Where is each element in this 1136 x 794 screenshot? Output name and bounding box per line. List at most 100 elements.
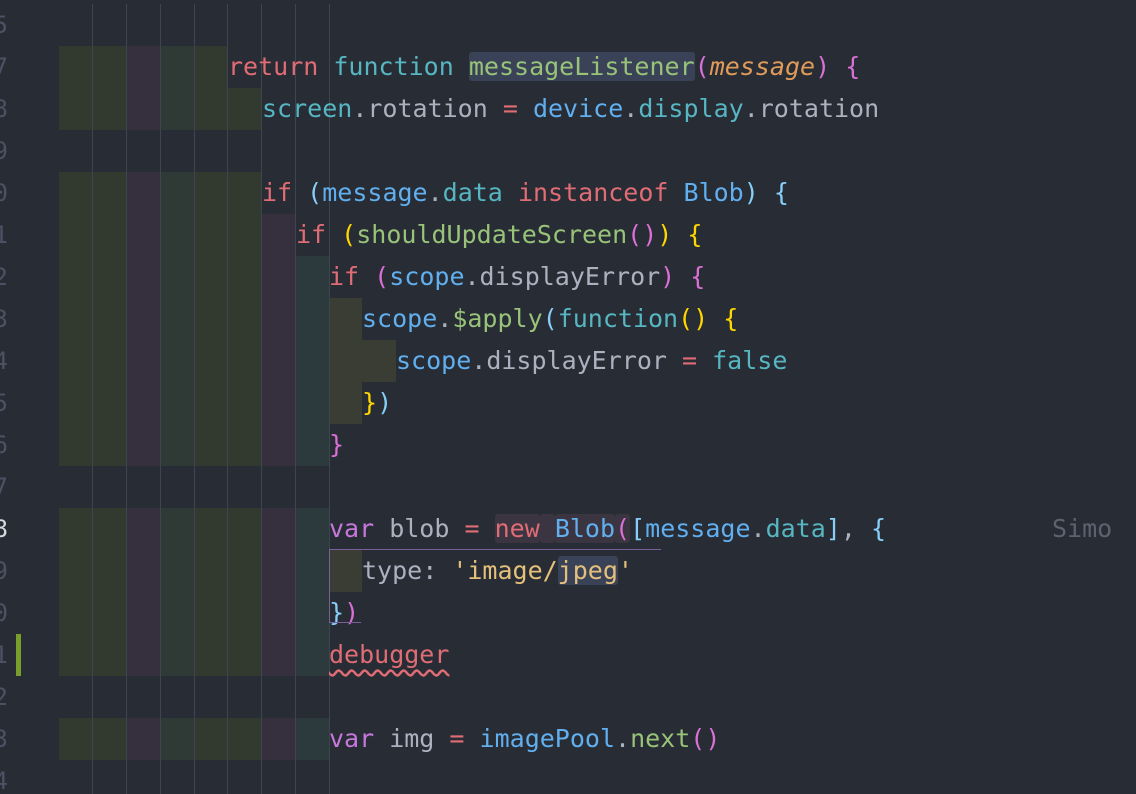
code-text[interactable]: scope.$apply(function() {: [362, 298, 738, 340]
code-line[interactable]: 0}): [0, 592, 1136, 634]
code-token: message: [709, 52, 816, 81]
indent-block: [127, 214, 161, 256]
indent-block: [93, 592, 127, 634]
indent-block: [296, 382, 329, 424]
code-line[interactable]: 9: [0, 130, 1136, 172]
indent-guide: [194, 130, 195, 172]
indent-block: [93, 424, 127, 466]
code-token: (: [307, 178, 323, 207]
code-text[interactable]: scope.displayError = false: [396, 340, 787, 382]
code-line[interactable]: 4 scope.displayError = false: [0, 340, 1136, 382]
code-line[interactable]: 3 var img = imagePool.next(): [0, 718, 1136, 760]
indent-block: [296, 592, 329, 634]
code-token: {: [687, 220, 703, 249]
indent-guide: [194, 172, 195, 214]
indent-guide: [227, 508, 228, 550]
indent-guide: [126, 214, 127, 256]
code-line[interactable]: 0 if (message.data instanceof Blob) {: [0, 172, 1136, 214]
indent-guide: [227, 634, 228, 676]
code-editor[interactable]: 5 7 return function messageListener(messag…: [0, 0, 1136, 794]
indent-block: [93, 508, 127, 550]
code-token: var: [329, 514, 375, 543]
line-number[interactable]: 4: [0, 340, 8, 382]
indent-block: [93, 634, 127, 676]
indent-guide: [194, 4, 195, 46]
indent-guide: [160, 466, 161, 508]
line-number[interactable]: 3: [0, 718, 8, 760]
indent-guide: [92, 256, 93, 298]
indent-guide: [160, 382, 161, 424]
indent-block: [228, 382, 262, 424]
code-token: ): [377, 388, 393, 417]
code-text[interactable]: if (scope.displayError) {: [329, 256, 705, 298]
code-text[interactable]: var blob = new Blob([message.data], {: [329, 508, 886, 550]
indent-block: [194, 508, 228, 550]
code-text[interactable]: if (message.data instanceof Blob) {: [262, 172, 789, 214]
line-number[interactable]: 0: [0, 172, 8, 214]
code-text[interactable]: }: [329, 424, 344, 466]
line-number[interactable]: 1: [0, 214, 8, 256]
code-text[interactable]: return function messageListener(message)…: [228, 46, 860, 88]
line-number[interactable]: 9: [0, 130, 8, 172]
line-number[interactable]: 7: [0, 46, 8, 88]
code-line[interactable]: 1 debugger: [0, 634, 1136, 676]
line-number[interactable]: 5: [0, 382, 8, 424]
line-number[interactable]: 2: [0, 256, 8, 298]
code-line[interactable]: 5: [0, 4, 1136, 46]
line-number[interactable]: 5: [0, 4, 8, 46]
code-line[interactable]: 8 screen.rotation = device.display.rotati…: [0, 88, 1136, 130]
code-line[interactable]: 5}): [0, 382, 1136, 424]
code-text[interactable]: type: 'image/jpeg': [362, 550, 633, 592]
indent-guide: [261, 592, 262, 634]
code-text[interactable]: screen.rotation = device.display.rotatio…: [262, 88, 879, 130]
line-number[interactable]: 8: [0, 508, 8, 550]
code-token: {: [773, 178, 789, 207]
code-line[interactable]: 3 scope.$apply(function() {: [0, 298, 1136, 340]
indent-guide: [160, 676, 161, 718]
indent-guide: [92, 718, 93, 760]
code-token: (): [690, 724, 721, 753]
line-number[interactable]: 1: [0, 634, 8, 676]
code-line[interactable]: 6}: [0, 424, 1136, 466]
code-text[interactable]: if (shouldUpdateScreen()) {: [296, 214, 702, 256]
line-number[interactable]: 2: [0, 676, 8, 718]
line-number[interactable]: 7: [0, 466, 8, 508]
code-token: blob: [374, 514, 465, 543]
line-number[interactable]: 0: [0, 592, 8, 634]
code-line[interactable]: 7: [0, 466, 1136, 508]
indent-guide: [126, 4, 127, 46]
indent-block: [228, 256, 262, 298]
indent-guide: [92, 592, 93, 634]
indent-block: [161, 508, 194, 550]
line-number[interactable]: 8: [0, 88, 8, 130]
line-number[interactable]: 3: [0, 298, 8, 340]
line-number[interactable]: 9: [0, 550, 8, 592]
line-number[interactable]: 6: [0, 424, 8, 466]
indent-block: [296, 634, 329, 676]
indent-guide: [194, 256, 195, 298]
code-token: ): [660, 262, 676, 291]
indent-guide: [194, 214, 195, 256]
code-text[interactable]: }): [362, 382, 392, 424]
line-number[interactable]: 4: [0, 760, 8, 794]
code-line[interactable]: 1 if (shouldUpdateScreen()) {: [0, 214, 1136, 256]
code-line[interactable]: 4: [0, 760, 1136, 794]
code-line[interactable]: 8 var blob = new Blob([message.data], {Si…: [0, 508, 1136, 550]
code-token: (): [678, 304, 709, 333]
indent-block: [296, 340, 329, 382]
indent-guide: [194, 424, 195, 466]
code-line[interactable]: 2: [0, 676, 1136, 718]
code-text[interactable]: var img = imagePool.next(): [329, 718, 720, 760]
code-line[interactable]: 7 return function messageListener(message…: [0, 46, 1136, 88]
indent-guide: [329, 760, 330, 794]
code-line[interactable]: 9 type: 'image/jpeg': [0, 550, 1136, 592]
code-text[interactable]: debugger: [329, 634, 449, 676]
code-line[interactable]: 2 if (scope.displayError) {: [0, 256, 1136, 298]
indent-guide: [126, 634, 127, 676]
code-text[interactable]: }): [329, 592, 359, 634]
indent-block: [127, 382, 161, 424]
indent-block: [59, 508, 93, 550]
